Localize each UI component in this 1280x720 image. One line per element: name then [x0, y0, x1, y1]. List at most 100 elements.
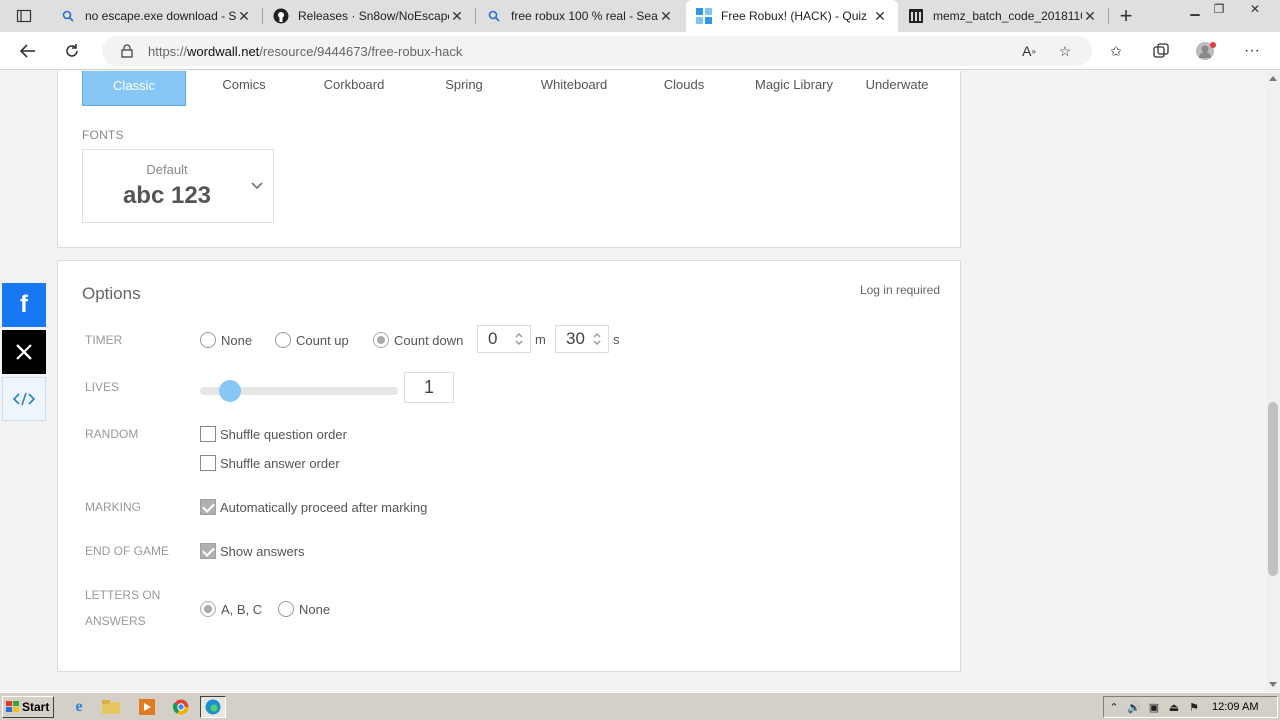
theme-spring[interactable]: Spring	[412, 71, 516, 92]
url-path: /resource/9444673/free-robux-hack	[259, 43, 463, 59]
timer-seconds-stepper[interactable]: 30	[555, 325, 609, 353]
read-aloud-icon[interactable]: A»	[1018, 41, 1040, 61]
stepper-arrows-icon[interactable]	[512, 330, 526, 348]
scrollbar-thumb[interactable]	[1268, 402, 1278, 576]
timer-none-radio[interactable]: None	[200, 332, 252, 348]
radio-circle	[278, 601, 294, 617]
tab-4-active[interactable]: Free Robux! (HACK) - Quiz ✕	[686, 0, 898, 32]
close-icon[interactable]: ✕	[449, 8, 465, 24]
github-icon	[273, 8, 289, 24]
timer-count-up-radio[interactable]: Count up	[275, 332, 349, 348]
url-field[interactable]: https://wordwall.net/resource/9444673/fr…	[102, 36, 1092, 66]
back-button[interactable]	[14, 39, 42, 63]
login-required-link[interactable]: Log in required	[860, 283, 940, 297]
facebook-share-button[interactable]: f	[2, 283, 46, 327]
building-icon	[908, 8, 924, 24]
letters-abc-radio[interactable]: A, B, C	[200, 601, 262, 617]
timer-label: TIMER	[85, 333, 123, 347]
timer-count-down-radio[interactable]: Count down	[373, 332, 463, 348]
window-close-button[interactable]: ✕	[1236, 0, 1274, 18]
font-selector[interactable]: Default abc 123	[82, 149, 274, 223]
radio-circle	[373, 332, 389, 348]
chrome-taskbar-icon[interactable]	[168, 696, 194, 718]
page-scrollbar[interactable]	[1266, 71, 1280, 692]
tab-3[interactable]: free robux 100 % real - Search ✕	[476, 0, 684, 32]
checkbox-box	[200, 426, 216, 442]
chevron-down-icon	[249, 178, 265, 194]
embed-button[interactable]	[2, 377, 46, 421]
tab-2[interactable]: Releases · Sn8ow/NoEscape ✕	[263, 0, 475, 32]
options-title: Options	[82, 284, 141, 303]
lock-icon[interactable]	[120, 44, 134, 58]
show-answers-checkbox[interactable]: Show answers	[200, 543, 305, 559]
end-of-game-label: END OF GAME	[85, 544, 170, 558]
network-icon[interactable]: ▣	[1144, 698, 1164, 716]
theme-label: Spring	[445, 77, 483, 92]
tab-divider	[1108, 8, 1109, 24]
start-button[interactable]: Start	[2, 696, 54, 718]
close-icon[interactable]: ✕	[658, 8, 674, 24]
close-icon[interactable]: ✕	[236, 8, 252, 24]
checkbox-box	[200, 543, 216, 559]
shuffle-question-checkbox[interactable]: Shuffle question order	[200, 426, 347, 442]
arrow-left-icon	[19, 44, 35, 58]
collections-icon[interactable]	[1150, 41, 1172, 61]
tab-1[interactable]: no escape.exe download - Search ✕	[50, 0, 262, 32]
taskbar-clock[interactable]: 12:09 AM	[1212, 701, 1258, 713]
flag-icon[interactable]: ⚑	[1184, 698, 1204, 716]
scroll-up-icon[interactable]	[1266, 71, 1280, 85]
theme-card: Classic Comics Corkboard Spring Whiteboa…	[57, 71, 961, 248]
theme-comics[interactable]: Comics	[192, 71, 296, 92]
auto-proceed-checkbox[interactable]: Automatically proceed after marking	[200, 499, 427, 515]
letters-none-radio[interactable]: None	[278, 601, 330, 617]
close-icon[interactable]: ✕	[1082, 8, 1098, 24]
taskbar: Start e ⌃ 🔊 ▣ ⏏ ⚑ 12:09 AM	[0, 692, 1280, 720]
theme-clouds[interactable]: Clouds	[632, 71, 736, 92]
theme-corkboard[interactable]: Corkboard	[302, 71, 406, 92]
theme-label: Comics	[222, 77, 266, 92]
theme-classic[interactable]: Classic	[82, 71, 186, 106]
page-viewport: Classic Comics Corkboard Spring Whiteboa…	[0, 71, 1266, 692]
minutes-unit: m	[535, 332, 546, 347]
scroll-down-icon[interactable]	[1266, 678, 1280, 692]
x-share-button[interactable]	[2, 330, 46, 374]
volume-icon[interactable]: 🔊	[1124, 698, 1144, 716]
radio-label: Count down	[394, 332, 464, 348]
checkbox-label: Show answers	[220, 543, 305, 559]
safely-remove-icon[interactable]: ⏏	[1164, 698, 1184, 716]
lives-value-field[interactable]: 1	[404, 372, 454, 403]
system-tray: ⌃ 🔊 ▣ ⏏ ⚑ 12:09 AM	[1103, 696, 1278, 718]
profile-avatar[interactable]	[1195, 41, 1217, 61]
stepper-value: 30	[566, 329, 585, 348]
slider-handle[interactable]	[218, 380, 241, 402]
minimize-button[interactable]: ▁	[1184, 0, 1206, 18]
theme-whiteboard[interactable]: Whiteboard	[522, 71, 626, 92]
restore-button[interactable]: ❐	[1208, 0, 1230, 18]
seconds-unit: s	[613, 332, 620, 347]
new-tab-button[interactable]: +	[1114, 3, 1138, 28]
stepper-arrows-icon[interactable]	[590, 330, 604, 348]
more-menu-icon[interactable]: ···	[1241, 41, 1263, 61]
tab-title: Releases · Sn8ow/NoEscape	[298, 9, 449, 23]
shuffle-answer-checkbox[interactable]: Shuffle answer order	[200, 455, 340, 471]
edge-taskbar-icon[interactable]	[200, 696, 226, 718]
theme-underwater[interactable]: Underwate	[852, 71, 942, 92]
close-icon[interactable]: ✕	[872, 8, 888, 24]
checkbox-label: Shuffle answer order	[220, 455, 340, 471]
tray-expand-icon[interactable]: ⌃	[1104, 698, 1124, 716]
refresh-button[interactable]	[58, 39, 86, 63]
favorites-icon[interactable]: ✩	[1105, 41, 1127, 61]
radio-label: None	[299, 601, 331, 617]
tab-actions-button[interactable]	[8, 5, 40, 27]
tab-bar: no escape.exe download - Search ✕ Releas…	[0, 0, 1280, 32]
stepper-value: 0	[488, 329, 498, 348]
ie-taskbar-icon[interactable]: e	[66, 696, 92, 718]
media-player-taskbar-icon[interactable]	[134, 696, 160, 718]
tab-5[interactable]: memz_batch_code_20181108 ✕	[898, 0, 1108, 32]
add-favorite-icon[interactable]: ☆	[1054, 41, 1076, 61]
timer-minutes-stepper[interactable]: 0	[477, 325, 531, 353]
lives-slider[interactable]	[200, 380, 398, 402]
theme-magic-library[interactable]: Magic Library	[742, 71, 846, 92]
explorer-taskbar-icon[interactable]	[98, 696, 124, 718]
font-sample: abc 123	[122, 182, 212, 209]
